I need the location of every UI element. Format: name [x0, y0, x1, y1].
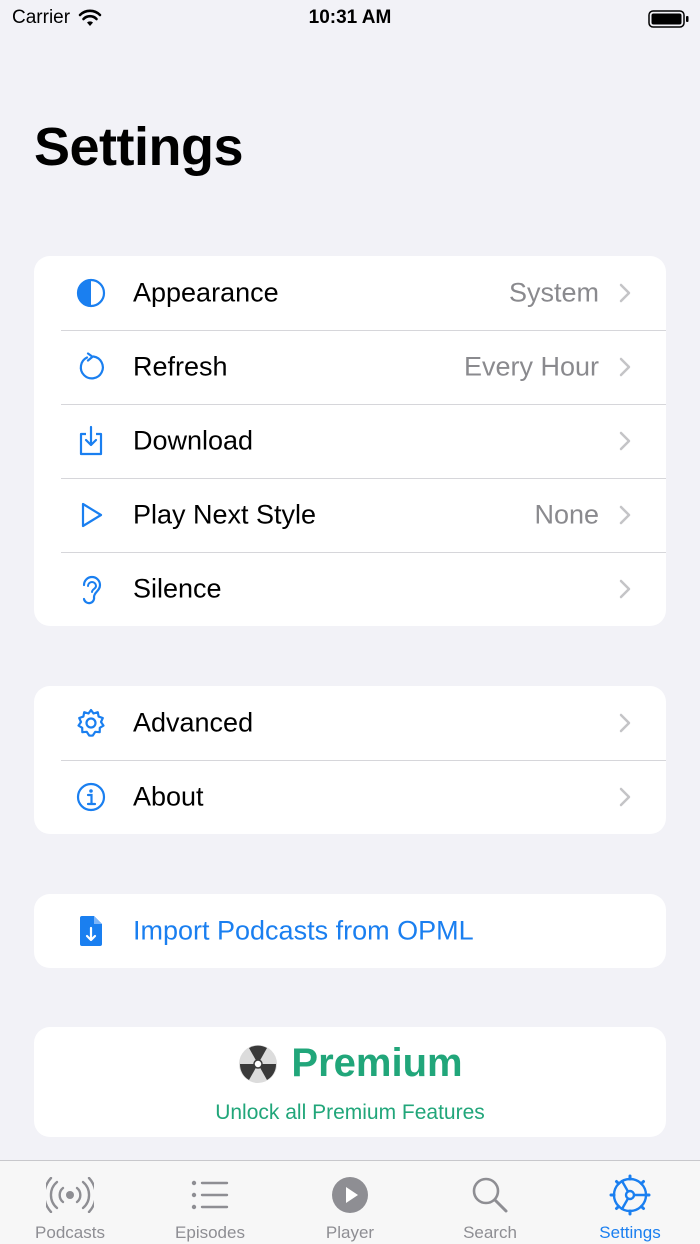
about-row[interactable]: About — [34, 760, 666, 834]
document-download-icon — [74, 914, 108, 948]
premium-title: Premium — [291, 1041, 463, 1085]
fan-icon — [239, 1044, 278, 1083]
magnifier-icon — [466, 1175, 514, 1215]
import-group: Import Podcasts from OPML — [34, 894, 666, 968]
refresh-label: Refresh — [133, 351, 228, 382]
tab-settings-label: Settings — [599, 1223, 661, 1242]
status-time: 10:31 AM — [308, 7, 392, 28]
appearance-label: Appearance — [133, 277, 279, 308]
tab-podcasts[interactable]: Podcasts — [0, 1161, 140, 1244]
appearance-value: System — [508, 277, 599, 308]
settings-wheel-icon — [606, 1174, 654, 1216]
tab-episodes[interactable]: Episodes — [140, 1161, 280, 1244]
more-settings-group: Advanced About — [34, 686, 666, 834]
silence-row[interactable]: Silence — [34, 552, 666, 626]
premium-card[interactable]: Premium Unlock all Premium Features — [34, 1027, 666, 1137]
tab-search[interactable]: Search — [420, 1161, 560, 1244]
play-next-style-value: None — [534, 499, 599, 530]
play-next-style-row[interactable]: Play Next Style None — [34, 478, 666, 552]
tab-player[interactable]: Player — [280, 1161, 420, 1244]
refresh-icon — [74, 350, 108, 384]
gear-icon — [74, 706, 108, 740]
tab-search-label: Search — [463, 1223, 517, 1242]
about-label: About — [133, 781, 204, 812]
download-row[interactable]: Download — [34, 404, 666, 478]
advanced-label: Advanced — [133, 707, 254, 738]
import-opml-label: Import Podcasts from OPML — [133, 915, 474, 946]
play-outline-icon — [74, 498, 108, 532]
tab-episodes-label: Episodes — [175, 1223, 245, 1242]
ear-icon — [74, 572, 108, 606]
broadcast-icon — [46, 1175, 94, 1215]
status-bar: Carrier 10:31 AM — [0, 0, 700, 40]
chevron-right-icon — [619, 579, 631, 599]
tab-bar: Podcasts Episodes Player Search Settings — [0, 1160, 700, 1244]
advanced-row[interactable]: Advanced — [34, 686, 666, 760]
download-label: Download — [133, 425, 254, 456]
chevron-right-icon — [619, 787, 631, 807]
tab-settings[interactable]: Settings — [560, 1161, 700, 1244]
refresh-row[interactable]: Refresh Every Hour — [34, 330, 666, 404]
download-tray-icon — [74, 424, 108, 458]
premium-subtitle: Unlock all Premium Features — [215, 1101, 485, 1124]
chevron-right-icon — [619, 713, 631, 733]
premium-title-row: Premium — [34, 1041, 666, 1086]
chevron-right-icon — [619, 505, 631, 525]
general-settings-group: Appearance System Refresh Every Hour Dow… — [34, 256, 666, 626]
silence-label: Silence — [133, 573, 222, 604]
chevron-right-icon — [619, 431, 631, 451]
list-icon — [186, 1175, 234, 1215]
battery-icon — [648, 9, 690, 35]
tab-player-label: Player — [325, 1223, 375, 1242]
refresh-value: Every Hour — [463, 351, 599, 382]
chevron-right-icon — [619, 357, 631, 377]
play-next-style-label: Play Next Style — [133, 499, 317, 530]
half-circle-icon — [74, 276, 108, 310]
import-opml-button[interactable]: Import Podcasts from OPML — [34, 894, 666, 968]
appearance-row[interactable]: Appearance System — [34, 256, 666, 330]
page-title: Settings — [34, 117, 244, 177]
tab-podcasts-label: Podcasts — [35, 1223, 105, 1242]
info-circle-icon — [74, 780, 108, 814]
play-circle-icon — [326, 1175, 374, 1215]
chevron-right-icon — [619, 283, 631, 303]
